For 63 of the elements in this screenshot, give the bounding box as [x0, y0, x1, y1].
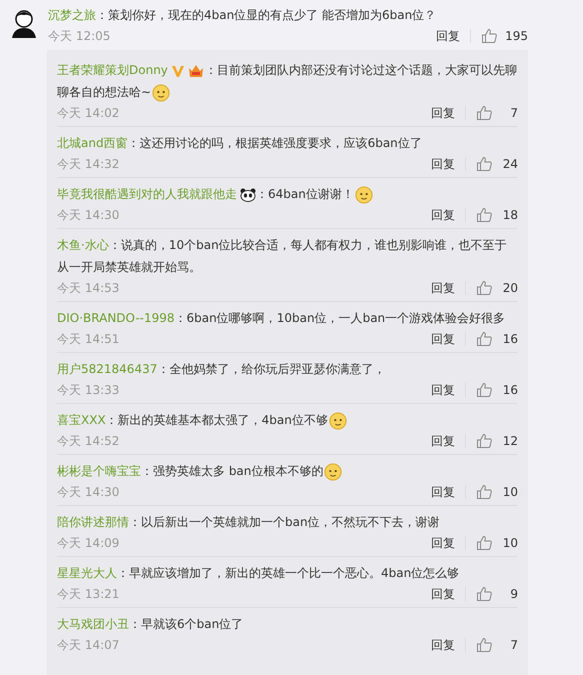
- comment-time: 今天 12:05: [48, 28, 110, 45]
- comment-time: 今天 14:32: [57, 156, 120, 173]
- reply-link[interactable]: 回复: [431, 155, 455, 173]
- like-count: 18: [502, 207, 518, 224]
- like-count: 10: [502, 484, 518, 501]
- comment-time: 今天 14:09: [57, 535, 120, 552]
- reply-link[interactable]: 回复: [431, 279, 455, 297]
- like-count: 9: [509, 586, 518, 603]
- comment-text: 星星光大人：早就应该增加了，新出的英雄一个比一个恶心。4ban位怎么够: [57, 565, 460, 582]
- thumbs-up-icon[interactable]: [476, 280, 492, 296]
- comment-text: 木鱼·水心：说真的，10个ban位比较合适，每人都有权力，谁也别影响谁，也不至于从一开局禁英雄就开始骂。: [57, 237, 508, 276]
- reply-link[interactable]: 回复: [431, 585, 455, 603]
- thumbs-up-icon[interactable]: [476, 331, 492, 347]
- like-count: 20: [502, 280, 518, 297]
- reply-link[interactable]: 回复: [431, 534, 455, 552]
- thumbs-up-icon[interactable]: [476, 433, 492, 449]
- comment-time: 今天 14:52: [57, 433, 120, 450]
- comment-text: 北城and西窗：这还用讨论的吗，根据英雄强度要求，应该6ban位了: [57, 135, 423, 152]
- comment-time: 今天 14:51: [57, 331, 120, 348]
- thumbs-up-icon[interactable]: [476, 207, 492, 223]
- comment-text: 沉梦之旅：策划你好，现在的4ban位显的有点少了 能否增加为6ban位？: [48, 7, 438, 24]
- thumbs-up-icon[interactable]: [476, 586, 492, 602]
- comment-text: 王者荣耀策划Donny ：目前策划团队内部还没有讨论过这个话题，大家可以先聊聊各自的想法哈~: [57, 59, 518, 103]
- thumbs-up-icon[interactable]: [476, 105, 492, 121]
- thumbs-up-icon[interactable]: [476, 637, 492, 653]
- thumbs-up-icon[interactable]: [481, 28, 498, 44]
- like-count: 12: [502, 433, 518, 450]
- comment-text: 用户5821846437：全他妈禁了，给你玩后羿亚瑟你满意了，: [57, 361, 386, 378]
- thumbs-up-icon[interactable]: [476, 382, 492, 398]
- reply-link[interactable]: 回复: [431, 381, 455, 399]
- comment-time: 今天 14:07: [57, 637, 120, 654]
- thumbs-up-icon[interactable]: [476, 535, 492, 551]
- reply-link[interactable]: 回复: [431, 330, 455, 348]
- comment-text: 陪你讲述那情：以后新出一个英雄就加一个ban位，不然玩不下去，谢谢: [57, 514, 441, 531]
- like-count: 24: [502, 156, 518, 173]
- thumbs-up-icon[interactable]: [476, 156, 492, 172]
- reply-link[interactable]: 回复: [436, 27, 460, 45]
- comment-text: 大马戏团小丑：早就该6个ban位了: [57, 616, 244, 633]
- like-count: 10: [502, 535, 518, 552]
- comment-time: 今天 14:30: [57, 484, 120, 501]
- like-count: 16: [502, 331, 518, 348]
- comment-time: 今天 14:30: [57, 207, 120, 224]
- verified-v-icon: [170, 64, 185, 78]
- like-count: 7: [509, 637, 518, 654]
- panda-icon: [240, 188, 256, 202]
- comment-text: 喜宝XXX：新出的英雄基本都太强了，4ban位不够: [57, 409, 518, 431]
- like-count: 16: [502, 382, 518, 399]
- comment-time: 今天 13:21: [57, 586, 120, 603]
- crown-icon: [186, 62, 205, 79]
- reply-link[interactable]: 回复: [431, 636, 455, 654]
- like-count: 195: [505, 28, 528, 45]
- reply-link[interactable]: 回复: [431, 432, 455, 450]
- reply-link[interactable]: 回复: [431, 206, 455, 224]
- reply-link[interactable]: 回复: [431, 104, 455, 122]
- thumbs-up-icon[interactable]: [476, 484, 492, 500]
- reply-link[interactable]: 回复: [431, 483, 455, 501]
- comment-text: DIO·BRANDO--1998：6ban位哪够啊，10ban位，一人ban一个游戏体验会好很多: [57, 310, 506, 327]
- like-count: 7: [509, 105, 518, 122]
- comment-text: 彬彬是个嗨宝宝：强势英雄太多 ban位根本不够的: [57, 460, 518, 482]
- comment-time: 今天 14:02: [57, 105, 120, 122]
- comment-text: 毕竟我很酷遇到对的人我就跟他走 ：64ban位谢谢！: [57, 183, 518, 205]
- comment-time: 今天 13:33: [57, 382, 120, 399]
- comment-time: 今天 14:53: [57, 280, 120, 297]
